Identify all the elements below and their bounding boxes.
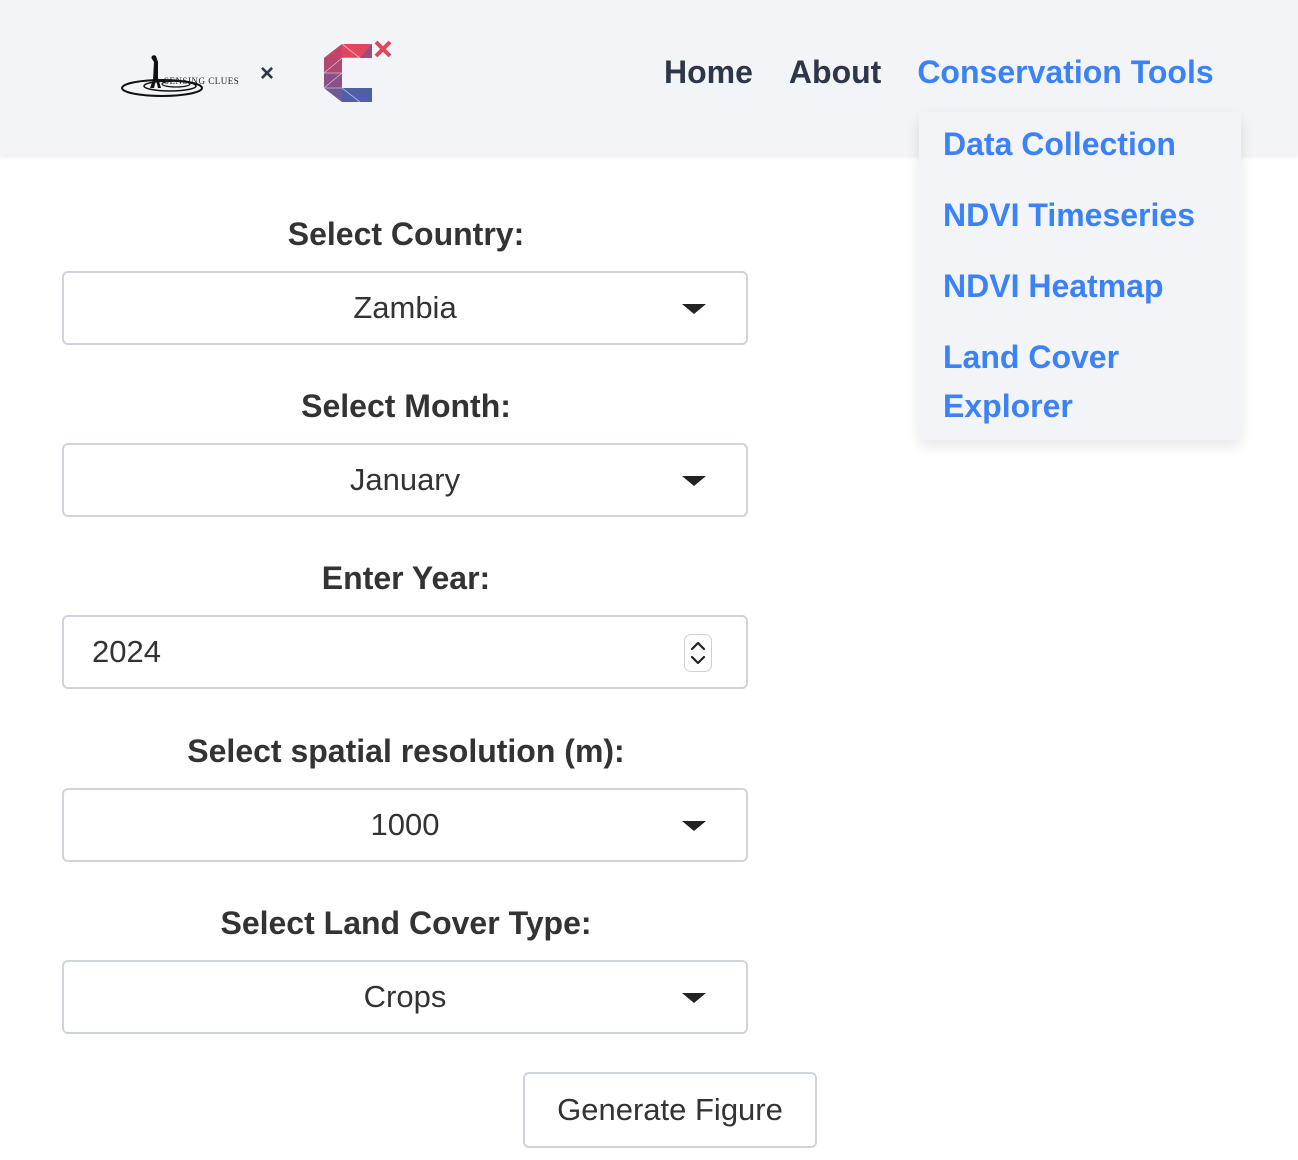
dropdown-item-data-collection[interactable]: Data Collection [943, 120, 1223, 169]
year-input-value: 2024 [92, 634, 161, 669]
brand-separator: × [260, 60, 275, 87]
nav-link-conservation-tools[interactable]: Conservation Tools [917, 54, 1213, 91]
country-select[interactable]: Zambia [62, 271, 748, 345]
generate-figure-button[interactable]: Generate Figure [523, 1072, 817, 1148]
month-select[interactable]: January [62, 443, 748, 517]
country-select-value: Zambia [353, 290, 457, 325]
land-cover-select[interactable]: Crops [62, 960, 748, 1034]
caret-down-icon [682, 304, 706, 314]
nav-link-home[interactable]: Home [664, 54, 753, 91]
year-spinner[interactable] [684, 634, 712, 672]
land-cover-label: Select Land Cover Type: [220, 905, 592, 941]
dropdown-item-ndvi-timeseries[interactable]: NDVI Timeseries [943, 191, 1223, 240]
nav-links: Home About Conservation Tools [664, 54, 1214, 91]
caret-down-icon [682, 476, 706, 486]
caret-down-icon [682, 993, 706, 1003]
sensing-clues-logo-text: SENSING CLUES [164, 76, 240, 86]
c-logo [320, 40, 400, 106]
sensing-clues-logo: SENSING CLUES [120, 50, 240, 100]
month-select-value: January [349, 462, 461, 497]
spinner-arrows-icon [690, 641, 706, 665]
resolution-select-value: 1000 [370, 807, 440, 842]
dropdown-item-land-cover-explorer[interactable]: Land Cover Explorer [943, 333, 1223, 431]
year-label: Enter Year: [321, 560, 491, 596]
resolution-select[interactable]: 1000 [62, 788, 748, 862]
resolution-label: Select spatial resolution (m): [187, 733, 625, 769]
year-input[interactable]: 2024 [62, 615, 748, 689]
caret-down-icon [682, 821, 706, 831]
month-label: Select Month: [301, 388, 511, 424]
land-cover-select-value: Crops [363, 979, 447, 1014]
country-label: Select Country: [287, 216, 525, 252]
brand[interactable]: SENSING CLUES × [120, 40, 400, 110]
nav-link-about[interactable]: About [789, 54, 881, 91]
dropdown-item-ndvi-heatmap[interactable]: NDVI Heatmap [943, 262, 1223, 311]
conservation-tools-dropdown: Data Collection NDVI Timeseries NDVI Hea… [919, 112, 1241, 440]
